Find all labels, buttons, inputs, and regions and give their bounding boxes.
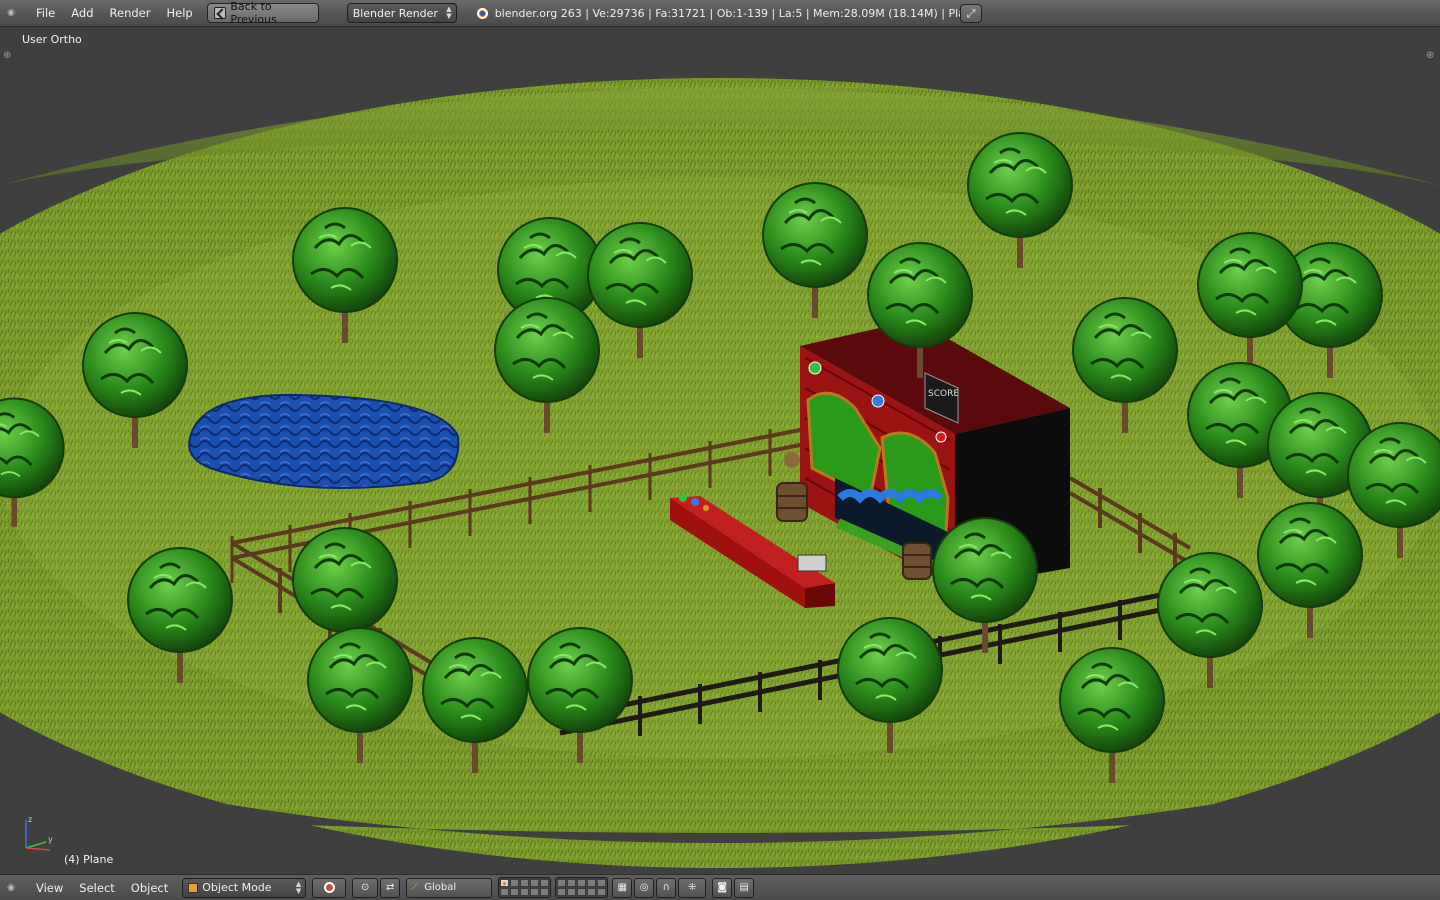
- orientation-icon: ⟋: [411, 882, 419, 893]
- back-arrow-icon: [213, 7, 227, 19]
- blender-logo-icon: [473, 6, 489, 20]
- barrel-right: [902, 542, 932, 580]
- area-split-left-icon[interactable]: ⊕: [3, 50, 11, 61]
- mode-dropdown[interactable]: Object Mode ▲ ▼: [182, 877, 307, 898]
- axis-y-label: y: [48, 835, 53, 844]
- transform-orientation-dropdown[interactable]: ⟋ Global: [406, 877, 493, 898]
- back-to-previous-button[interactable]: Back to Previous: [206, 0, 319, 26]
- clapper-icon: ▤: [739, 882, 749, 893]
- proportional-icon: ◎: [639, 882, 649, 893]
- lock-layers-button[interactable]: ▦: [612, 877, 633, 898]
- axis-z-label: z: [28, 815, 32, 824]
- dropdown-arrows-icon: ▲ ▼: [446, 5, 452, 20]
- view-menu: View Select Object: [28, 877, 176, 899]
- orientation-label: Global: [424, 882, 457, 893]
- render-opengl-button[interactable]: ◙: [712, 877, 733, 898]
- viewport-shading-dropdown[interactable]: [312, 877, 347, 898]
- editor-type-icon-bottom[interactable]: ◉: [0, 874, 22, 900]
- score-sign: SCORE: [928, 389, 959, 399]
- manipulator-icon: ⇄: [386, 882, 395, 893]
- camera-icon: ◙: [717, 882, 728, 893]
- area-split-right-icon[interactable]: ⊕: [1426, 50, 1434, 61]
- manipulator-toggle[interactable]: ⇄: [380, 877, 401, 898]
- fullscreen-icon[interactable]: ⤢: [960, 4, 982, 23]
- pond: [188, 393, 460, 489]
- render-engine-label: Blender Render: [352, 6, 438, 20]
- pivot-icon: ⊙: [361, 882, 370, 893]
- layers-group-1[interactable]: [498, 877, 552, 898]
- snap-element-dropdown[interactable]: ⁜: [678, 877, 707, 898]
- render-engine-dropdown[interactable]: Blender Render ▲ ▼: [346, 3, 457, 23]
- active-object-label: (4) Plane: [64, 853, 114, 866]
- editor-type-icon[interactable]: ◉: [0, 0, 22, 27]
- 3d-viewport[interactable]: User Ortho ⊕ ⊕ SCORE z y (4) Plane: [0, 28, 1440, 874]
- axis-gizmo: z y: [25, 815, 53, 851]
- 3d-view-header: ◉ View Select Object Object Mode ▲ ▼ ⊙ ⇄ …: [0, 874, 1440, 900]
- snap-toggle-button[interactable]: ∩: [656, 877, 677, 898]
- menu-render[interactable]: Render: [102, 2, 159, 24]
- back-to-previous-label: Back to Previous: [230, 0, 277, 26]
- menu-select[interactable]: Select: [71, 877, 122, 899]
- menu-view[interactable]: View: [28, 877, 71, 899]
- scene-render[interactable]: SCORE: [0, 28, 1440, 874]
- mode-label: Object Mode: [202, 881, 272, 894]
- menu-add[interactable]: Add: [63, 2, 101, 24]
- render-animation-button[interactable]: ▤: [734, 877, 755, 898]
- pivot-point-dropdown[interactable]: ⊙: [352, 877, 379, 898]
- layers-group-2[interactable]: [555, 877, 609, 898]
- menu-file[interactable]: File: [28, 2, 63, 24]
- object-mode-icon: [188, 882, 199, 893]
- magnet-icon: ∩: [662, 882, 670, 893]
- info-header: ◉ File Add Render Help Back to Previous …: [0, 0, 1440, 27]
- lock-icon: ▦: [617, 882, 627, 893]
- snap-element-icon: ⁜: [688, 882, 697, 893]
- scene-stats: blender.org 263 | Ve:29736 | Fa:31721 | …: [473, 6, 979, 20]
- view-label: User Ortho: [22, 33, 82, 46]
- stats-text: blender.org 263 | Ve:29736 | Fa:31721 | …: [494, 6, 979, 20]
- menu-object[interactable]: Object: [123, 877, 176, 899]
- shading-icon: [323, 882, 335, 893]
- proportional-edit-button[interactable]: ◎: [634, 877, 655, 898]
- menu-help[interactable]: Help: [158, 2, 200, 24]
- main-menu: File Add Render Help: [28, 2, 201, 24]
